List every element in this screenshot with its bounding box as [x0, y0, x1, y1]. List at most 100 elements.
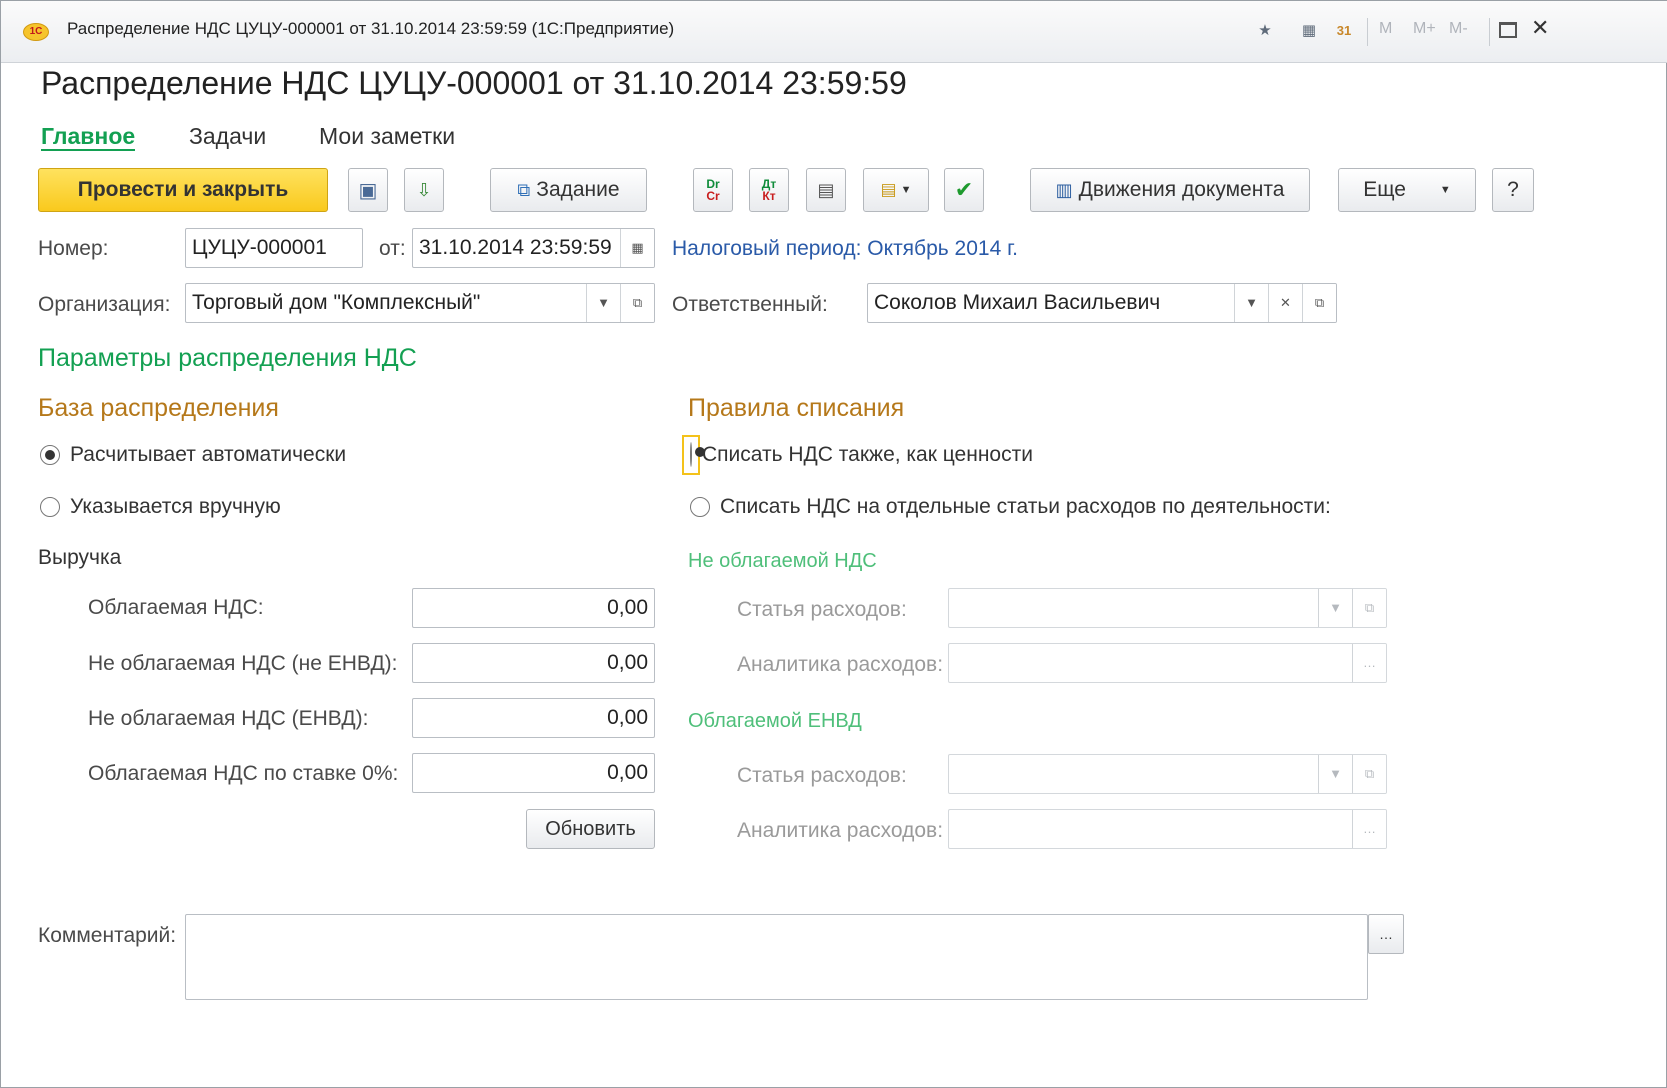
radio-writeoff-as-goods-label: Списать НДС также, как ценности: [702, 443, 1033, 466]
calculator-icon[interactable]: ▦: [1297, 19, 1321, 43]
radio-auto-calc-label: Расчитывает автоматически: [70, 443, 347, 466]
save-button[interactable]: ▣: [348, 168, 388, 212]
dr-cr-icon: Dr Cr: [706, 177, 720, 203]
post-and-close-button[interactable]: Провести и закрыть: [38, 168, 328, 212]
tab-my-notes[interactable]: Мои заметки: [319, 123, 455, 150]
radio-writeoff-separate-label: Списать НДС на отдельные статьи расходов…: [720, 495, 1331, 518]
taxable-vat-field[interactable]: 0,00: [412, 588, 655, 628]
non-taxable-section-title: Не облагаемой НДС: [688, 550, 877, 572]
number-field[interactable]: ЦУЦУ-000001: [185, 228, 363, 268]
select-ellipsis-icon: …: [1352, 810, 1386, 848]
chevron-down-icon[interactable]: ▼: [586, 284, 620, 322]
tab-tasks[interactable]: Задачи: [189, 123, 266, 150]
radio-manual[interactable]: Указывается вручную: [40, 495, 281, 519]
date-value: 31.10.2014 23:59:59: [419, 236, 612, 259]
radio-auto-calc[interactable]: Расчитывает автоматически: [40, 443, 346, 467]
non-taxable-envd-field[interactable]: 0,00: [412, 698, 655, 738]
help-button[interactable]: ?: [1492, 168, 1534, 212]
floppy-disk-icon: ▣: [358, 179, 378, 202]
favorites-icon[interactable]: ★: [1253, 19, 1277, 43]
document-movements-label: Движения документа: [1078, 178, 1285, 201]
calendar-picker-icon[interactable]: ▦: [620, 229, 654, 267]
calendar-icon[interactable]: 31: [1332, 19, 1356, 43]
create-based-on-icon: ▤: [880, 180, 897, 199]
select-ellipsis-icon: …: [1352, 644, 1386, 682]
dr-cr-button[interactable]: Dr Cr: [693, 168, 733, 212]
create-task-label: Задание: [536, 178, 620, 201]
memory-m-button[interactable]: M: [1379, 20, 1392, 38]
tax-period-link[interactable]: Налоговый период: Октябрь 2014 г.: [672, 237, 1018, 261]
chevron-down-icon[interactable]: ▼: [1234, 284, 1268, 322]
expense-analytics-label: Аналитика расходов:: [737, 653, 944, 676]
responsible-value: Соколов Михаил Васильевич: [874, 291, 1161, 314]
responsible-field[interactable]: Соколов Михаил Васильевич ▼ ✕ ⧉: [867, 283, 1337, 323]
date-field[interactable]: 31.10.2014 23:59:59 ▦: [412, 228, 655, 268]
chart-icon: ▥: [1055, 179, 1073, 200]
open-icon: ⧉: [1352, 755, 1386, 793]
open-icon[interactable]: ⧉: [620, 284, 654, 322]
create-based-on-button[interactable]: ▤ ▼: [863, 168, 929, 212]
vat-distribution-params-title: Параметры распределения НДС: [38, 344, 417, 372]
print-preview-button[interactable]: ▤: [806, 168, 846, 212]
dt-kt-icon: Дт Кт: [761, 177, 777, 203]
expense-item-field[interactable]: ▼ ⧉: [948, 588, 1387, 628]
task-icon: ⧉: [517, 179, 531, 200]
chevron-down-icon: ▼: [900, 184, 912, 196]
responsible-label: Ответственный:: [672, 293, 828, 316]
writeoff-rules-title: Правила списания: [688, 394, 905, 422]
envd-section-title: Облагаемой ЕНВД: [688, 710, 862, 732]
number-label: Номер:: [38, 237, 109, 260]
expense-analytics-field[interactable]: …: [948, 809, 1387, 849]
revenue-row-label: Облагаемая НДС по ставке 0%:: [88, 762, 399, 785]
comment-label: Комментарий:: [38, 924, 177, 947]
distribution-base-title: База распределения: [38, 394, 279, 422]
radio-writeoff-separate[interactable]: Списать НДС на отдельные статьи расходов…: [690, 495, 1331, 519]
memory-plus-button[interactable]: M+: [1413, 20, 1436, 38]
document-icon: ▤: [817, 179, 835, 200]
expense-item-label: Статья расходов:: [737, 598, 907, 621]
taxable-zero-rate-field[interactable]: 0,00: [412, 753, 655, 793]
open-icon[interactable]: ⧉: [1302, 284, 1336, 322]
1c-logo-icon: 1С: [23, 23, 49, 41]
expense-item-label: Статья расходов:: [737, 764, 907, 787]
post-button[interactable]: ⇩: [404, 168, 444, 212]
open-icon: ⧉: [1352, 589, 1386, 627]
create-task-button[interactable]: ⧉ Задание: [490, 168, 647, 212]
close-icon[interactable]: ✕: [1531, 15, 1549, 41]
radio-writeoff-as-goods[interactable]: Списать НДС также, как ценности: [682, 435, 1033, 475]
radio-unselected-icon: [40, 497, 60, 517]
expense-item-field[interactable]: ▼ ⧉: [948, 754, 1387, 794]
document-window: 1С Распределение НДС ЦУЦУ-000001 от 31.1…: [0, 0, 1667, 1088]
maximize-icon[interactable]: [1499, 22, 1517, 38]
organization-value: Торговый дом "Комплексный": [192, 291, 481, 314]
radio-selected-icon: [690, 442, 692, 467]
organization-field[interactable]: Торговый дом "Комплексный" ▼ ⧉: [185, 283, 655, 323]
checkmark-icon: ✔: [954, 177, 974, 202]
non-taxable-non-envd-field[interactable]: 0,00: [412, 643, 655, 683]
revenue-row-label: Облагаемая НДС:: [88, 596, 264, 619]
expense-analytics-field[interactable]: …: [948, 643, 1387, 683]
more-menu-button[interactable]: Еще ▼: [1338, 168, 1476, 212]
document-movements-button[interactable]: ▥ Движения документа: [1030, 168, 1310, 212]
memory-minus-button[interactable]: M-: [1449, 20, 1468, 38]
revenue-row-label: Не облагаемая НДС (ЕНВД):: [88, 707, 369, 730]
window-title: Распределение НДС ЦУЦУ-000001 от 31.10.2…: [67, 19, 675, 38]
chevron-down-icon: ▼: [1439, 184, 1451, 196]
radio-manual-label: Указывается вручную: [70, 495, 281, 518]
comment-field[interactable]: [185, 914, 1368, 1000]
clear-icon[interactable]: ✕: [1268, 284, 1302, 322]
more-label: Еще: [1363, 178, 1406, 201]
expense-analytics-label: Аналитика расходов:: [737, 819, 944, 842]
chevron-down-icon: ▼: [1318, 755, 1352, 793]
page-title: Распределение НДС ЦУЦУ-000001 от 31.10.2…: [41, 65, 907, 101]
post-document-icon: ⇩: [416, 179, 432, 200]
revenue-row-label: Не облагаемая НДС (не ЕНВД):: [88, 652, 398, 675]
check-button[interactable]: ✔: [944, 168, 984, 212]
chevron-down-icon: ▼: [1318, 589, 1352, 627]
refresh-button[interactable]: Обновить: [526, 809, 655, 849]
dt-kt-button[interactable]: Дт Кт: [749, 168, 789, 212]
radio-unselected-icon: [690, 497, 710, 517]
date-label: от:: [379, 237, 406, 260]
tab-main[interactable]: Главное: [41, 123, 136, 151]
comment-edit-ellipsis-icon[interactable]: …: [1368, 914, 1404, 954]
